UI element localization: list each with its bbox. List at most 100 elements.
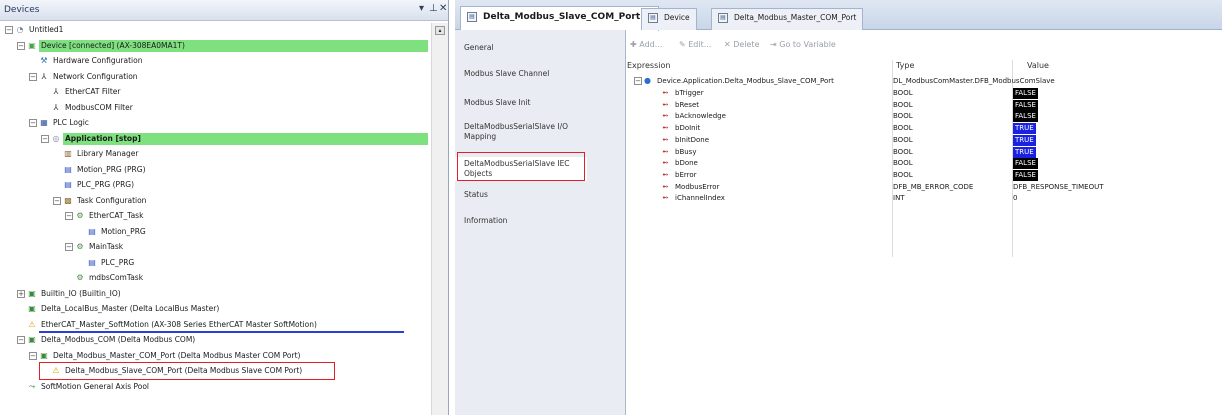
tree-node[interactable]: ▤ Motion_PRG	[77, 226, 148, 238]
tree-node[interactable]: − ⚙ MainTask	[65, 241, 125, 253]
table-row[interactable]: ➻ bReset BOOL FALSE	[627, 99, 1222, 111]
collapse-icon[interactable]: −	[65, 212, 73, 220]
device-object-icon: ▤	[718, 13, 728, 23]
tree-node[interactable]: ⚒ Hardware Configuration	[29, 55, 144, 67]
edit-button[interactable]: ✎ Edit...	[679, 40, 711, 49]
editor-tab[interactable]: ▤Delta_Modbus_Slave_COM_Portx	[460, 6, 659, 31]
go-to-variable-label: Go to Variable	[779, 40, 836, 49]
collapse-icon[interactable]: −	[17, 336, 25, 344]
tree-node-label: PLC Logic	[53, 118, 89, 127]
side-tab[interactable]: Modbus Slave Channel	[455, 69, 591, 79]
collapse-icon[interactable]: −	[29, 72, 37, 81]
table-row[interactable]: ➻ bError BOOL FALSE	[627, 169, 1222, 181]
tree-node[interactable]: − ▣ Delta_Modbus_COM (Delta Modbus COM)	[17, 334, 197, 346]
tree-node[interactable]: ⤳ SoftMotion General Axis Pool	[17, 381, 151, 393]
tree-node[interactable]: − ⅄ Network Configuration	[29, 71, 140, 83]
table-row[interactable]: ➻ ModbusError DFB_MB_ERROR_CODE DFB_RESPONS…	[627, 182, 1222, 193]
tree-node[interactable]: − ⚙ EtherCAT_Task	[65, 210, 145, 222]
tree-node[interactable]: ▣ Delta_LocalBus_Master (Delta LocalBus M…	[17, 303, 221, 315]
tree-node[interactable]: ▤ PLC_PRG (PRG)	[53, 179, 136, 191]
side-tab[interactable]: Modbus Slave Init	[455, 98, 591, 108]
add-button[interactable]: ✚ Add...	[630, 40, 662, 49]
tree-node[interactable]: ⅄ EtherCAT Filter	[41, 86, 122, 98]
collapse-icon[interactable]: −	[17, 41, 25, 50]
tree-node-label: EtherCAT_Task	[89, 211, 144, 220]
tree-node[interactable]: − ▣ Device [connected] (AX-308EA0MA1T)	[17, 39, 428, 52]
tree-node[interactable]: + ▣ Builtin_IO (Builtin_IO)	[17, 288, 123, 300]
variable-icon: ➻	[662, 181, 669, 191]
tree-node[interactable]: − ◎ Application [stop]	[41, 132, 428, 145]
table-row[interactable]: ➻ bDoInit BOOL TRUE	[627, 123, 1222, 135]
device-object-icon: ▤	[467, 12, 477, 22]
value-cell[interactable]: TRUE	[1013, 123, 1036, 135]
delete-label: Delete	[733, 40, 760, 49]
value-cell[interactable]: TRUE	[1013, 134, 1036, 146]
node-underline	[39, 330, 404, 333]
collapse-icon[interactable]: −	[634, 77, 642, 85]
table-row[interactable]: ➻ bAcknowledge BOOL FALSE	[627, 111, 1222, 123]
dropdown-arrow-icon[interactable]: ▾	[419, 3, 424, 14]
value-cell[interactable]: FALSE	[1013, 158, 1038, 170]
tree-node[interactable]: − ▩ Task Configuration	[53, 195, 148, 207]
tree-node[interactable]: ▥ Library Manager	[53, 148, 140, 160]
bus-master-icon: ▣	[28, 304, 36, 313]
expression-cell: ➻ bBusy	[662, 147, 696, 158]
editor-tab[interactable]: ▤ Delta_Modbus_Master_COM_Port	[711, 8, 864, 30]
editor-tab[interactable]: ▤ Device	[641, 8, 697, 30]
type-cell: BOOL	[893, 170, 913, 179]
tree-node[interactable]: ⅄ ModbusCOM Filter	[41, 102, 135, 114]
tree-node-label: Hardware Configuration	[53, 56, 143, 65]
side-tab[interactable]: Information	[455, 216, 591, 226]
type-cell: BOOL	[893, 89, 913, 97]
table-row[interactable]: − ● Device.Application.Delta_Modbus_Slave_…	[627, 76, 1222, 87]
table-row[interactable]: ➻ iChannelIndex INT 0	[627, 193, 1222, 204]
network-icon: ⅄	[41, 71, 47, 81]
value-cell[interactable]: FALSE	[1013, 111, 1038, 123]
pin-icon[interactable]: ⊥	[429, 3, 438, 14]
tree-node[interactable]: ⚠ EtherCAT_Master_SoftMotion (AX-308 Seri…	[17, 319, 319, 331]
axis-pool-icon: ⤳	[28, 381, 36, 391]
close-icon[interactable]: ✕	[439, 3, 447, 14]
tree-node[interactable]: ▤ PLC_PRG	[77, 257, 136, 269]
expand-icon[interactable]: +	[17, 289, 25, 298]
table-row[interactable]: ➻ bDone BOOL FALSE	[627, 158, 1222, 170]
type-cell: DFB_MB_ERROR_CODE	[893, 182, 974, 191]
tree-node-label: EtherCAT_Master_SoftMotion (AX-308 Serie…	[41, 319, 317, 329]
side-tab[interactable]: General	[455, 43, 591, 53]
expression-text: iChannelIndex	[675, 194, 725, 203]
side-tab[interactable]: Status	[455, 190, 591, 200]
value-cell[interactable]: TRUE	[1013, 146, 1036, 158]
table-row[interactable]: ➻ bInitDone BOOL TRUE	[627, 134, 1222, 146]
table-row[interactable]: ➻ bTrigger BOOL FALSE	[627, 88, 1222, 99]
value-cell[interactable]: FALSE	[1013, 99, 1038, 111]
collapse-icon[interactable]: −	[41, 134, 49, 143]
collapse-icon[interactable]: −	[29, 119, 37, 127]
tree-node[interactable]: ▤ Motion_PRG (PRG)	[53, 164, 148, 176]
tree-node[interactable]: − ▣ Delta_Modbus_Master_COM_Port (Delta Mo…	[29, 350, 302, 362]
table-row[interactable]: ➻ bBusy BOOL TRUE	[627, 146, 1222, 158]
side-tab[interactable]: DeltaModbusSerialSlave I/O Mapping	[455, 122, 591, 142]
tree-node[interactable]: − ▦ PLC Logic	[29, 117, 91, 129]
go-to-variable-button[interactable]: ⇥ Go to Variable	[770, 40, 836, 49]
editor-tab-label: Delta_Modbus_Master_COM_Port	[734, 13, 857, 22]
collapse-icon[interactable]: −	[5, 26, 13, 34]
column-header-expression[interactable]: Expression	[627, 61, 670, 70]
column-header-value[interactable]: Value	[1027, 61, 1049, 70]
com-device-icon: ▣	[28, 335, 36, 344]
collapse-icon[interactable]: −	[65, 243, 73, 251]
true-badge: TRUE	[1013, 123, 1036, 135]
collapse-icon[interactable]: −	[29, 351, 37, 360]
collapse-icon[interactable]: −	[53, 196, 61, 205]
value-cell[interactable]: FALSE	[1013, 169, 1038, 181]
type-cell: DL_ModbusComMaster.DFB_ModbusComSlave	[893, 77, 1055, 85]
tree-node[interactable]: ⚙ mdbsComTask	[65, 272, 145, 284]
value-cell[interactable]: DFB_RESPONSE_TIMEOUT	[1013, 182, 1104, 193]
delete-button[interactable]: ✕ Delete	[724, 40, 760, 49]
tree-node[interactable]: − ◔ Untitled1	[5, 24, 65, 36]
variable-icon: ➻	[662, 134, 669, 144]
value-cell[interactable]: 0	[1013, 193, 1017, 204]
value-cell[interactable]: FALSE	[1013, 88, 1038, 99]
scroll-up-icon[interactable]: ▴	[435, 26, 445, 35]
column-header-type[interactable]: Type	[896, 61, 914, 70]
tree-scrollbar[interactable]: ▴	[431, 23, 448, 415]
